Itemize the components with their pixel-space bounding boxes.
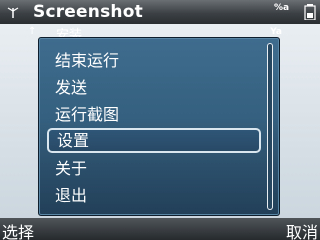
signal-icon — [7, 7, 19, 18]
menu-item-send[interactable]: 发送 — [47, 75, 261, 100]
menu-scrollbar-thumb[interactable] — [268, 44, 272, 209]
softkey-bar: 选择 取消 — [0, 218, 320, 240]
status-glyph: %a — [274, 3, 290, 13]
menu-item-exit[interactable]: 退出 — [47, 183, 261, 208]
left-softkey-select[interactable]: 选择 — [2, 219, 34, 240]
menu-item-about[interactable]: 关于 — [47, 156, 261, 181]
phone-screen: Screenshot %a ↑ 安装 Ya 结束运行 发送 运行截图 设置 关于… — [0, 0, 320, 240]
row-arrow-icon: ↑ — [28, 26, 37, 37]
status-indicators: %a — [272, 2, 316, 22]
row-status: Ya — [270, 27, 282, 37]
options-menu: 结束运行 发送 运行截图 设置 关于 退出 — [38, 37, 280, 216]
menu-item-run-screenshot[interactable]: 运行截图 — [47, 102, 261, 127]
title-bar: Screenshot %a — [0, 0, 320, 24]
menu-scrollbar[interactable] — [267, 43, 273, 210]
battery-icon — [304, 4, 316, 20]
window-title: Screenshot — [33, 2, 143, 22]
right-softkey-cancel[interactable]: 取消 — [286, 219, 318, 240]
menu-item-end-run[interactable]: 结束运行 — [47, 48, 261, 73]
menu-item-settings[interactable]: 设置 — [47, 128, 261, 153]
